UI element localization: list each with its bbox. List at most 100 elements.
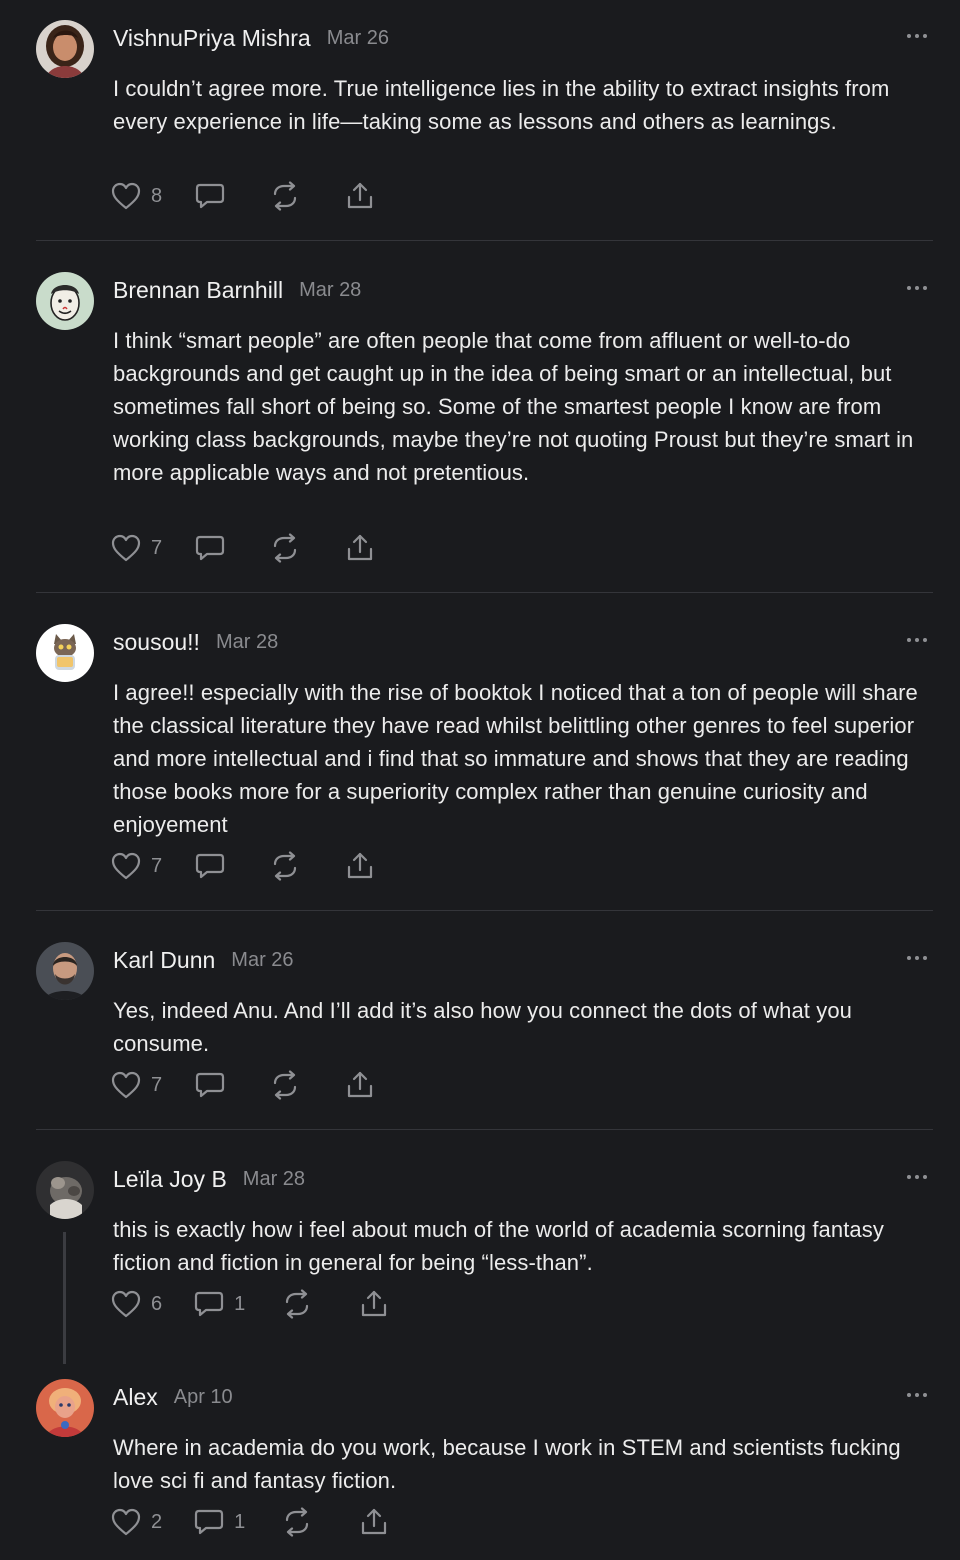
like-button[interactable]: 2	[110, 1505, 162, 1539]
speech-bubble-icon	[193, 1289, 225, 1319]
reply-button[interactable]: 1	[193, 1287, 245, 1321]
like-button[interactable]: 7	[110, 849, 162, 883]
comment-date[interactable]: Mar 26	[327, 27, 389, 50]
share-upload-icon	[345, 851, 375, 881]
author-name[interactable]: Leïla Joy B	[113, 1166, 227, 1193]
more-dots-icon[interactable]	[906, 281, 928, 295]
restack-arrows-icon	[270, 181, 300, 211]
like-count: 7	[151, 854, 163, 877]
more-dots-icon[interactable]	[906, 29, 928, 43]
reply-button[interactable]	[194, 849, 226, 883]
like-count: 7	[151, 536, 163, 559]
speech-bubble-icon	[194, 1070, 226, 1100]
author-name[interactable]: VishnuPriya Mishra	[113, 25, 311, 52]
restack-button[interactable]	[282, 1505, 312, 1539]
comment-date[interactable]: Mar 26	[231, 949, 293, 972]
speech-bubble-icon	[194, 181, 226, 211]
restack-button[interactable]	[282, 1287, 312, 1321]
comment-actions: 2 1	[110, 1505, 389, 1539]
restack-arrows-icon	[282, 1507, 312, 1537]
like-count: 7	[151, 1073, 163, 1096]
restack-button[interactable]	[270, 531, 300, 565]
more-dots-icon[interactable]	[906, 633, 928, 647]
avatar[interactable]	[36, 624, 94, 682]
share-button[interactable]	[359, 1505, 389, 1539]
speech-bubble-icon	[194, 851, 226, 881]
comment-text: this is exactly how i feel about much of…	[113, 1217, 884, 1275]
more-dots-icon[interactable]	[906, 1388, 928, 1402]
like-button[interactable]: 8	[110, 179, 162, 213]
comment-actions: 7	[110, 849, 375, 883]
comment-text: I think “smart people” are often people …	[113, 328, 914, 485]
divider	[36, 910, 933, 911]
restack-button[interactable]	[270, 1068, 300, 1102]
share-button[interactable]	[359, 1287, 389, 1321]
share-upload-icon	[345, 1070, 375, 1100]
avatar[interactable]	[36, 20, 94, 78]
avatar[interactable]	[36, 272, 94, 330]
heart-icon	[110, 851, 142, 881]
like-button[interactable]: 7	[110, 1068, 162, 1102]
restack-arrows-icon	[270, 1070, 300, 1100]
comment-text: Where in academia do you work, because I…	[113, 1435, 901, 1493]
author-name[interactable]: Alex	[113, 1384, 158, 1411]
author-name[interactable]: sousou!!	[113, 629, 200, 656]
reply-count: 1	[234, 1510, 246, 1533]
comment-text: Yes, indeed Anu. And I’ll add it’s also …	[113, 998, 852, 1056]
heart-icon	[110, 181, 142, 211]
comment-text: I agree!! especially with the rise of bo…	[113, 680, 918, 837]
divider	[36, 1129, 933, 1130]
share-button[interactable]	[345, 1068, 375, 1102]
share-upload-icon	[359, 1289, 389, 1319]
like-button[interactable]: 6	[110, 1287, 162, 1321]
speech-bubble-icon	[193, 1507, 225, 1537]
more-dots-icon[interactable]	[906, 1170, 928, 1184]
thread-line	[63, 1232, 66, 1364]
share-upload-icon	[359, 1507, 389, 1537]
comment-header: Karl Dunn Mar 26	[113, 940, 294, 980]
divider	[36, 592, 933, 593]
heart-icon	[110, 1289, 142, 1319]
author-name[interactable]: Karl Dunn	[113, 947, 215, 974]
share-button[interactable]	[345, 179, 375, 213]
reply-count: 1	[234, 1292, 246, 1315]
reply-button[interactable]	[194, 531, 226, 565]
like-count: 6	[151, 1292, 163, 1315]
like-count: 2	[151, 1510, 163, 1533]
comment-date[interactable]: Mar 28	[216, 631, 278, 654]
like-button[interactable]: 7	[110, 531, 162, 565]
heart-icon	[110, 1507, 142, 1537]
avatar[interactable]	[36, 1161, 94, 1219]
avatar[interactable]	[36, 942, 94, 1000]
comment-header: Brennan Barnhill Mar 28	[113, 270, 361, 310]
comment-actions: 7	[110, 531, 375, 565]
divider	[36, 240, 933, 241]
comment-header: Alex Apr 10	[113, 1377, 233, 1417]
share-button[interactable]	[345, 531, 375, 565]
speech-bubble-icon	[194, 533, 226, 563]
heart-icon	[110, 533, 142, 563]
comment-actions: 6 1	[110, 1287, 389, 1321]
comment-actions: 7	[110, 1068, 375, 1102]
reply-button[interactable]	[194, 1068, 226, 1102]
reply-button[interactable]	[194, 179, 226, 213]
comment-header: VishnuPriya Mishra Mar 26	[113, 18, 389, 58]
comment-date[interactable]: Apr 10	[174, 1386, 233, 1409]
restack-button[interactable]	[270, 849, 300, 883]
reply-button[interactable]: 1	[193, 1505, 245, 1539]
avatar[interactable]	[36, 1379, 94, 1437]
share-upload-icon	[345, 533, 375, 563]
comment-header: Leïla Joy B Mar 28	[113, 1159, 305, 1199]
restack-arrows-icon	[282, 1289, 312, 1319]
comment-header: sousou!! Mar 28	[113, 622, 278, 662]
comment-date[interactable]: Mar 28	[299, 279, 361, 302]
share-upload-icon	[345, 181, 375, 211]
heart-icon	[110, 1070, 142, 1100]
more-dots-icon[interactable]	[906, 951, 928, 965]
comment-date[interactable]: Mar 28	[243, 1168, 305, 1191]
share-button[interactable]	[345, 849, 375, 883]
restack-arrows-icon	[270, 851, 300, 881]
author-name[interactable]: Brennan Barnhill	[113, 277, 283, 304]
restack-button[interactable]	[270, 179, 300, 213]
like-count: 8	[151, 184, 163, 207]
